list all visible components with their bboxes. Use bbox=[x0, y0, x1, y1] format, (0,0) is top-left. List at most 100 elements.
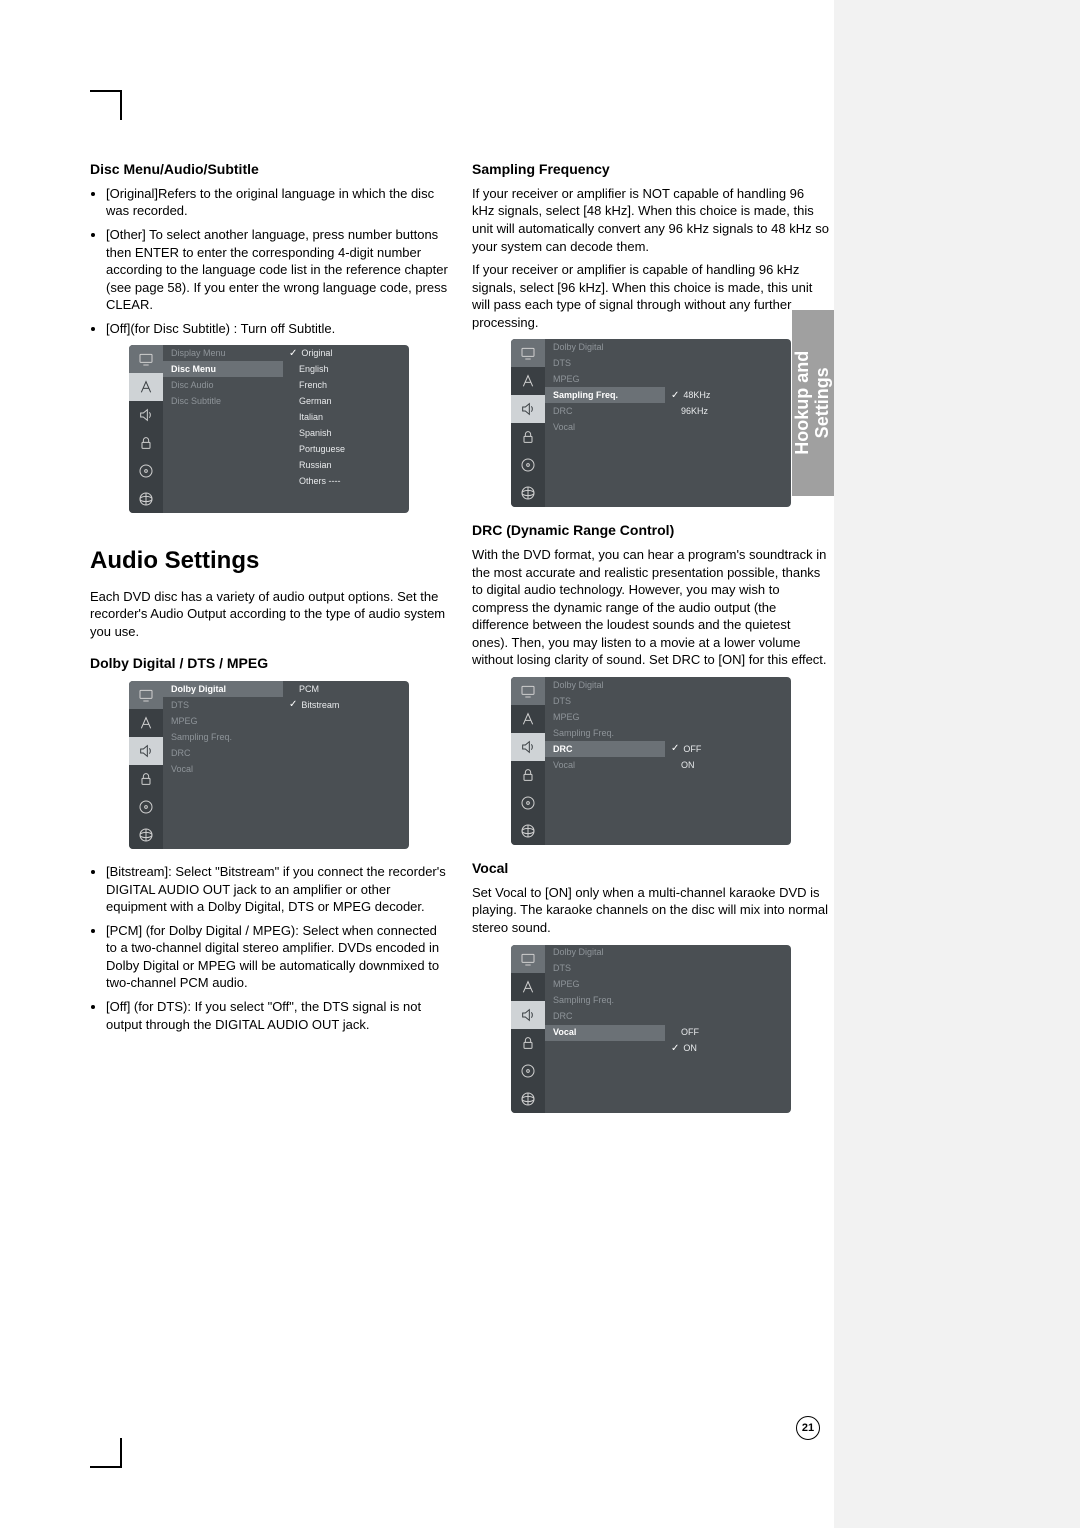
lock-icon bbox=[129, 765, 163, 793]
section-tab-line1: Hookup and bbox=[792, 351, 812, 455]
osd-menu-item: DRC bbox=[545, 403, 665, 419]
osd-option: OFF bbox=[665, 741, 787, 757]
osd-menu-item: MPEG bbox=[545, 709, 665, 725]
letter-a-icon bbox=[511, 367, 545, 395]
list-item: [Original]Refers to the original languag… bbox=[106, 185, 448, 220]
crop-mark bbox=[120, 90, 122, 120]
crop-mark bbox=[90, 90, 120, 92]
osd-option: Portuguese bbox=[283, 441, 405, 457]
lock-icon bbox=[511, 761, 545, 789]
letter-a-icon bbox=[511, 705, 545, 733]
osd-disc-menu: Display MenuDisc MenuDisc AudioDisc Subt… bbox=[129, 345, 409, 513]
disc-menu-bullets: [Original]Refers to the original languag… bbox=[90, 185, 448, 337]
disc-icon bbox=[129, 457, 163, 485]
globe-icon bbox=[129, 821, 163, 849]
speaker-icon bbox=[511, 395, 545, 423]
osd-menu-item: Dolby Digital bbox=[545, 677, 665, 693]
drc-paragraph: With the DVD format, you can hear a prog… bbox=[472, 546, 830, 669]
speaker-icon bbox=[129, 737, 163, 765]
osd-menu-item: Dolby Digital bbox=[163, 681, 283, 697]
disc-icon bbox=[511, 789, 545, 817]
osd-option: OFF bbox=[665, 1025, 787, 1041]
right-column: Sampling Frequency If your receiver or a… bbox=[472, 160, 830, 1127]
tv-icon bbox=[511, 945, 545, 973]
osd-vocal: Dolby DigitalDTSMPEGSampling Freq.DRCVoc… bbox=[511, 945, 791, 1113]
osd-drc: Dolby DigitalDTSMPEGSampling Freq.DRCVoc… bbox=[511, 677, 791, 845]
lock-icon bbox=[129, 429, 163, 457]
osd-menu-item: Vocal bbox=[545, 757, 665, 773]
osd-option: 48KHz bbox=[665, 387, 787, 403]
tv-icon bbox=[129, 681, 163, 709]
globe-icon bbox=[129, 485, 163, 513]
osd-menu-item: Display Menu bbox=[163, 345, 283, 361]
osd-menu-item: Vocal bbox=[545, 419, 665, 435]
osd-menu-item: Sampling Freq. bbox=[545, 387, 665, 403]
section-tab: Hookup and Settings bbox=[792, 310, 834, 496]
list-item: [Bitstream]: Select "Bitstream" if you c… bbox=[106, 863, 448, 916]
osd-option: Italian bbox=[283, 409, 405, 425]
speaker-icon bbox=[129, 401, 163, 429]
osd-menu-item: DTS bbox=[545, 355, 665, 371]
osd-dolby: Dolby DigitalDTSMPEGSampling Freq.DRCVoc… bbox=[129, 681, 409, 849]
crop-mark bbox=[120, 1438, 122, 1468]
osd-menu-item: DRC bbox=[545, 1009, 665, 1025]
speaker-icon bbox=[511, 1001, 545, 1029]
list-item: [Off](for Disc Subtitle) : Turn off Subt… bbox=[106, 320, 448, 338]
tv-icon bbox=[511, 677, 545, 705]
osd-menu-item: Disc Subtitle bbox=[163, 393, 283, 409]
left-column: Disc Menu/Audio/Subtitle [Original]Refer… bbox=[90, 160, 448, 1127]
lock-icon bbox=[511, 423, 545, 451]
sampling-p1: If your receiver or amplifier is NOT cap… bbox=[472, 185, 830, 255]
dolby-heading: Dolby Digital / DTS / MPEG bbox=[90, 654, 448, 673]
dolby-bullets: [Bitstream]: Select "Bitstream" if you c… bbox=[90, 863, 448, 1033]
osd-menu-item: Sampling Freq. bbox=[545, 725, 665, 741]
tv-icon bbox=[129, 345, 163, 373]
drc-heading: DRC (Dynamic Range Control) bbox=[472, 521, 830, 540]
tv-icon bbox=[511, 339, 545, 367]
lock-icon bbox=[511, 1029, 545, 1057]
osd-option: German bbox=[283, 393, 405, 409]
vocal-paragraph: Set Vocal to [ON] only when a multi-chan… bbox=[472, 884, 830, 937]
globe-icon bbox=[511, 1085, 545, 1113]
osd-option: Russian bbox=[283, 457, 405, 473]
osd-menu-item: Dolby Digital bbox=[545, 339, 665, 355]
osd-menu-item: Vocal bbox=[163, 761, 283, 777]
letter-a-icon bbox=[129, 373, 163, 401]
osd-menu-item: DTS bbox=[163, 697, 283, 713]
osd-option: English bbox=[283, 361, 405, 377]
osd-option: Bitstream bbox=[283, 697, 405, 713]
audio-settings-heading: Audio Settings bbox=[90, 545, 448, 577]
osd-option: Others ---- bbox=[283, 473, 405, 489]
disc-menu-heading: Disc Menu/Audio/Subtitle bbox=[90, 160, 448, 179]
page-number-value: 21 bbox=[802, 1421, 814, 1436]
osd-menu-item: MPEG bbox=[545, 977, 665, 993]
osd-menu-item: DTS bbox=[545, 961, 665, 977]
list-item: [Other] To select another language, pres… bbox=[106, 226, 448, 314]
osd-option: Spanish bbox=[283, 425, 405, 441]
osd-menu-item: Vocal bbox=[545, 1025, 665, 1041]
speaker-icon bbox=[511, 733, 545, 761]
sampling-heading: Sampling Frequency bbox=[472, 160, 830, 179]
globe-icon bbox=[511, 817, 545, 845]
crop-mark bbox=[90, 1466, 120, 1468]
osd-menu-item: Dolby Digital bbox=[545, 945, 665, 961]
osd-option: Original bbox=[283, 345, 405, 361]
osd-menu-item: Sampling Freq. bbox=[163, 729, 283, 745]
osd-menu-item: DRC bbox=[545, 741, 665, 757]
osd-menu-item: MPEG bbox=[163, 713, 283, 729]
page-number: 21 bbox=[796, 1416, 820, 1440]
osd-menu-item: MPEG bbox=[545, 371, 665, 387]
osd-option: 96KHz bbox=[665, 403, 787, 419]
osd-option: ON bbox=[665, 1041, 787, 1057]
letter-a-icon bbox=[511, 973, 545, 1001]
osd-menu-item: DRC bbox=[163, 745, 283, 761]
sampling-p2: If your receiver or amplifier is capable… bbox=[472, 261, 830, 331]
osd-sampling: Dolby DigitalDTSMPEGSampling Freq.DRCVoc… bbox=[511, 339, 791, 507]
list-item: [Off] (for DTS): If you select "Off", th… bbox=[106, 998, 448, 1033]
letter-a-icon bbox=[129, 709, 163, 737]
osd-option: PCM bbox=[283, 681, 405, 697]
osd-menu-item: Disc Audio bbox=[163, 377, 283, 393]
disc-icon bbox=[129, 793, 163, 821]
list-item: [PCM] (for Dolby Digital / MPEG): Select… bbox=[106, 922, 448, 992]
audio-settings-intro: Each DVD disc has a variety of audio out… bbox=[90, 588, 448, 641]
